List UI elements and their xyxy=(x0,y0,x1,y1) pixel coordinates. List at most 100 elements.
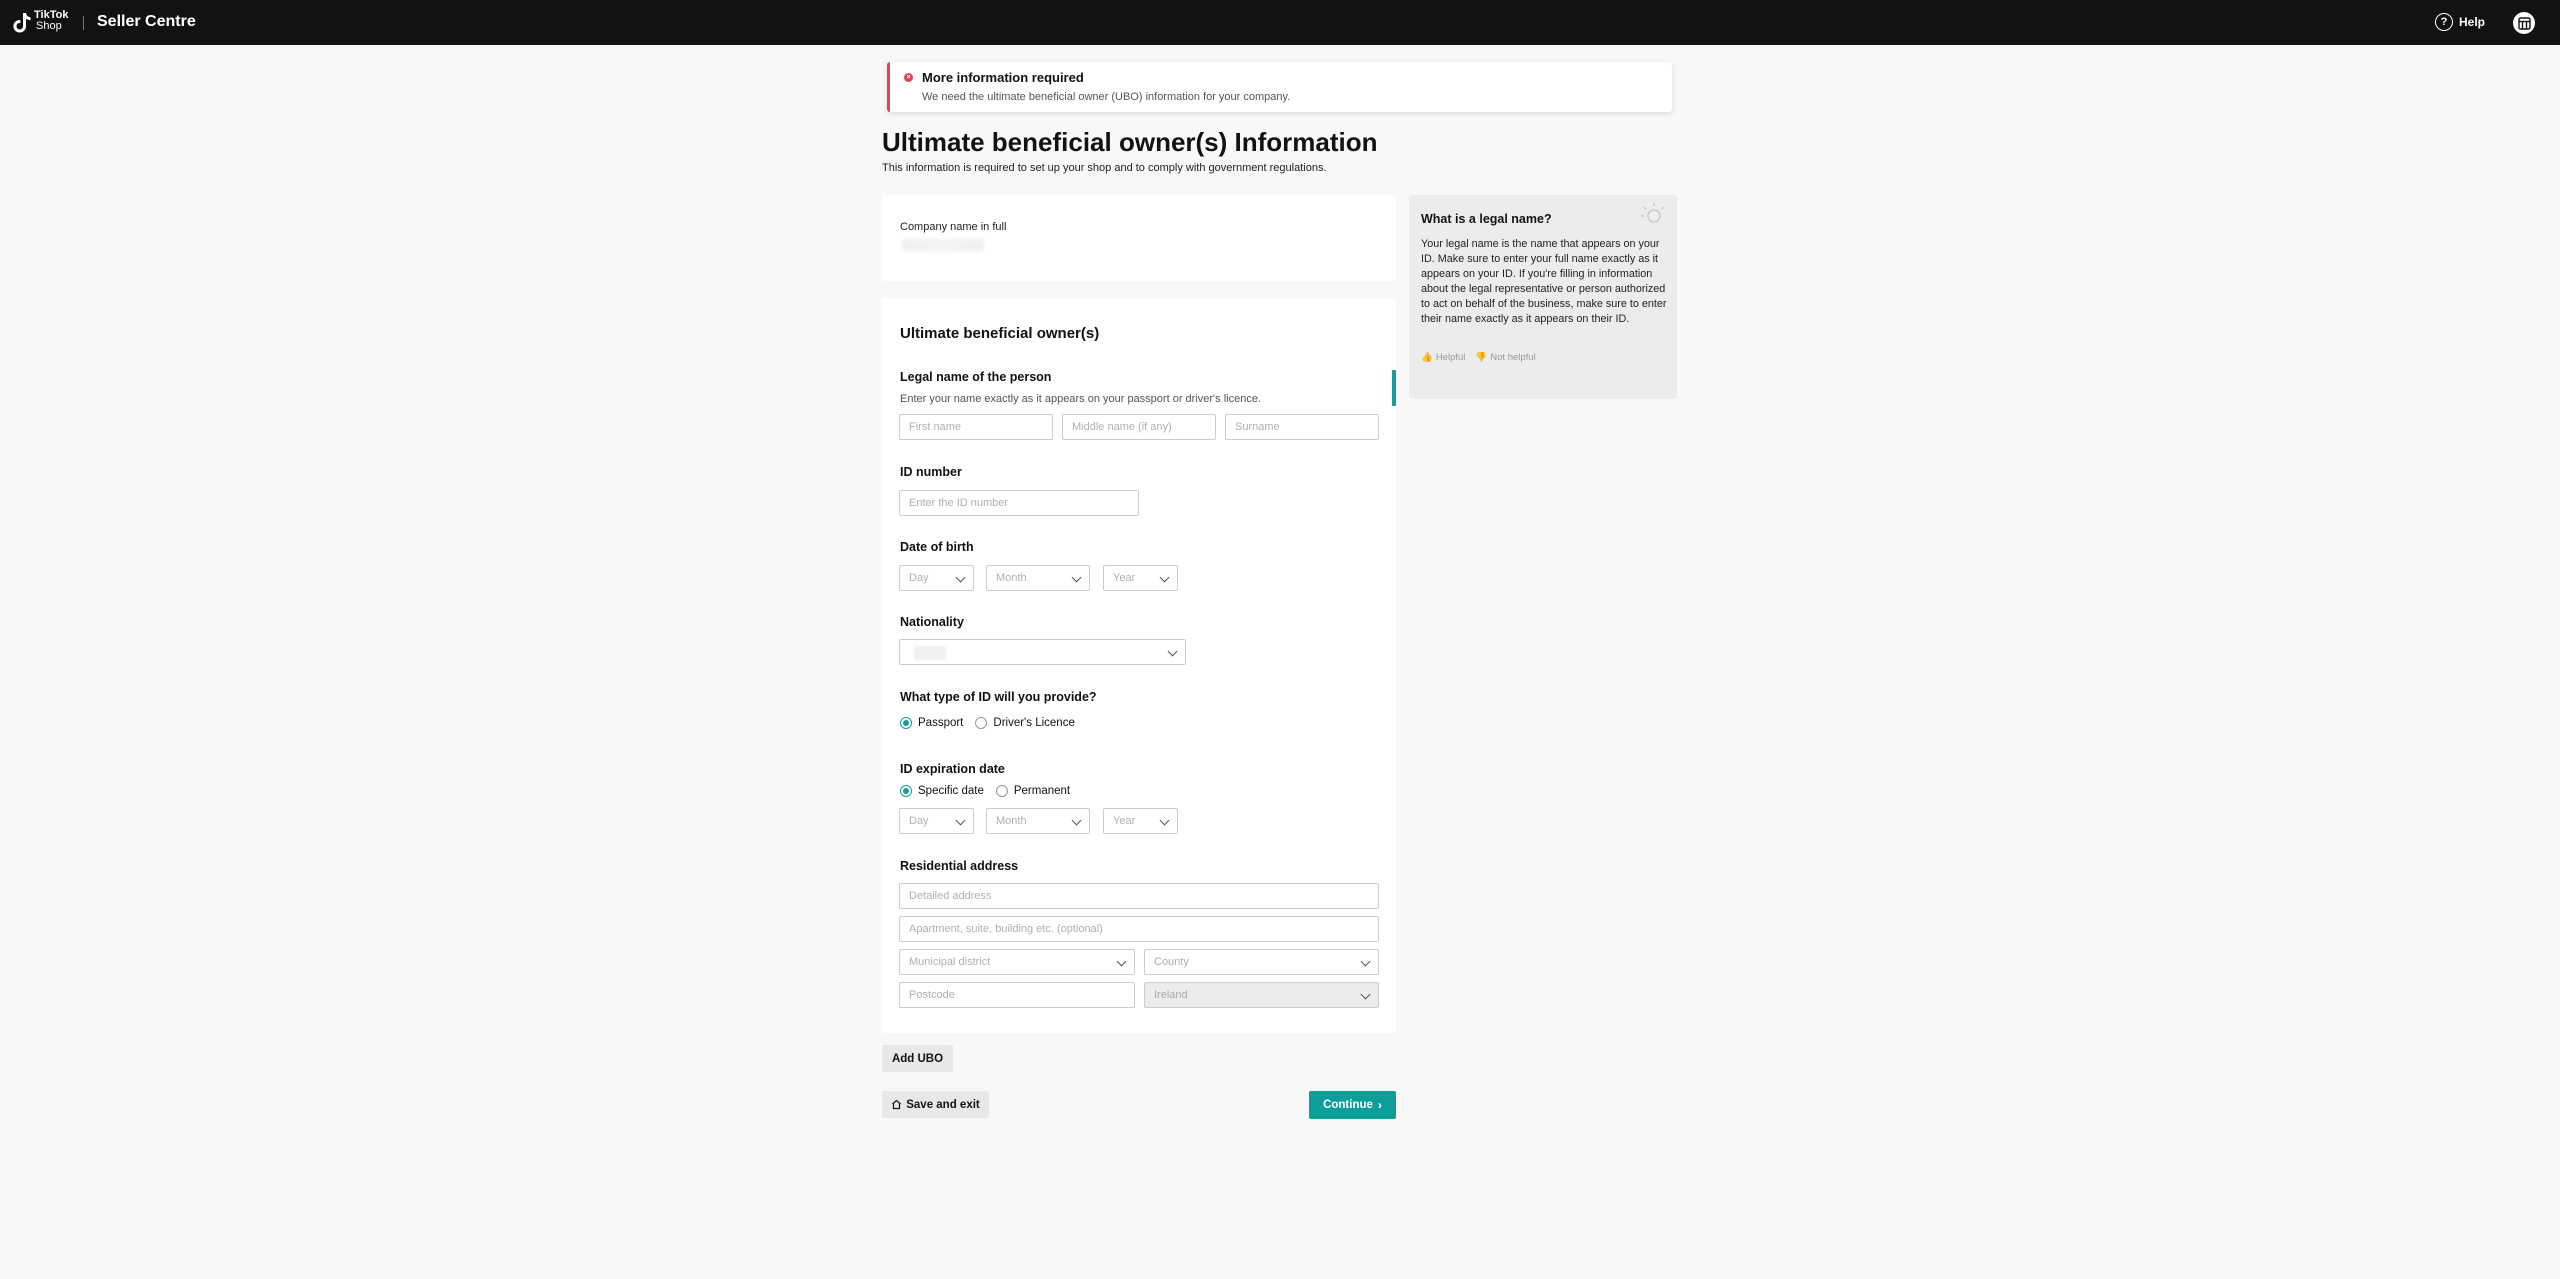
dob-month-placeholder: Month xyxy=(996,572,1027,584)
section-indicator xyxy=(1392,370,1396,406)
expiry-month-select[interactable]: Month xyxy=(986,808,1090,834)
chevron-down-icon xyxy=(1360,956,1371,967)
chevron-down-icon xyxy=(1116,956,1127,967)
continue-label: Continue xyxy=(1323,1099,1373,1111)
chevron-down-icon xyxy=(955,572,966,583)
chevron-down-icon xyxy=(1167,646,1178,657)
expiry-day-select[interactable]: Day xyxy=(899,808,974,834)
nationality-value-redacted xyxy=(914,646,946,660)
add-ubo-button[interactable]: Add UBO xyxy=(882,1045,953,1072)
radio-selected[interactable] xyxy=(900,785,912,797)
country-select: Ireland xyxy=(1144,982,1379,1008)
question-circle-icon: ? xyxy=(2435,13,2453,31)
helpful-button[interactable]: 👍 Helpful xyxy=(1421,352,1465,363)
page-subtitle: This information is required to set up y… xyxy=(882,162,1327,174)
company-name-label: Company name in full xyxy=(900,221,1007,233)
id-type-label: What type of ID will you provide? xyxy=(900,690,1097,704)
municipal-district-select[interactable]: Municipal district xyxy=(899,949,1135,975)
error-circle-icon: × xyxy=(904,73,913,82)
chevron-down-icon xyxy=(1159,572,1170,583)
help-label: Help xyxy=(2459,15,2486,29)
apartment-input[interactable]: Apartment, suite, building etc. (optiona… xyxy=(899,916,1379,942)
country-value: Ireland xyxy=(1154,989,1188,1001)
helpful-label: Helpful xyxy=(1435,352,1466,363)
legal-name-label: Legal name of the person xyxy=(900,370,1052,384)
add-ubo-label: Add UBO xyxy=(891,1052,944,1065)
home-icon xyxy=(892,1099,902,1110)
ubo-form-card: Ultimate beneficial owner(s) Legal name … xyxy=(882,298,1396,1033)
radio-unselected[interactable] xyxy=(975,717,988,729)
logo-divider xyxy=(83,16,84,30)
expiry-permanent-option[interactable]: Permanent xyxy=(995,785,1071,797)
store-icon xyxy=(2517,16,2531,30)
company-card: Company name in full xyxy=(882,195,1396,281)
specific-date-label: Specific date xyxy=(918,785,984,797)
expiry-month-placeholder: Month xyxy=(996,815,1027,827)
radio-unselected[interactable] xyxy=(995,785,1008,797)
id-number-label: ID number xyxy=(900,465,962,479)
id-type-passport-option[interactable]: Passport xyxy=(900,717,963,729)
expiry-year-select[interactable]: Year xyxy=(1103,808,1178,834)
permanent-label: Permanent xyxy=(1013,785,1071,797)
thumbs-down-icon: 👎 xyxy=(1475,352,1488,363)
id-number-input[interactable]: Enter the ID number xyxy=(899,490,1139,516)
county-select[interactable]: County xyxy=(1144,949,1379,975)
ubo-section-title: Ultimate beneficial owner(s) xyxy=(900,325,1100,342)
legal-name-hint: Enter your name exactly as it appears on… xyxy=(900,393,1261,405)
detailed-address-input[interactable]: Detailed address xyxy=(899,883,1379,909)
dob-year-select[interactable]: Year xyxy=(1103,565,1178,591)
dob-day-placeholder: Day xyxy=(909,572,929,584)
middle-name-input[interactable]: Middle name (if any) xyxy=(1062,414,1216,440)
help-panel-title: What is a legal name? xyxy=(1421,212,1552,226)
top-bar: TikTok Shop Seller Centre ? Help xyxy=(0,0,2560,45)
id-expiry-label: ID expiration date xyxy=(900,762,1005,776)
county-placeholder: County xyxy=(1154,956,1189,968)
nationality-label: Nationality xyxy=(900,615,964,629)
chevron-down-icon xyxy=(955,815,966,826)
dob-year-placeholder: Year xyxy=(1113,572,1136,584)
alert-title: More information required xyxy=(922,70,1084,85)
district-placeholder: Municipal district xyxy=(909,956,991,968)
continue-button[interactable]: Continue › xyxy=(1309,1091,1396,1119)
thumbs-up-icon: 👍 xyxy=(1421,352,1433,363)
address-label: Residential address xyxy=(900,859,1019,873)
company-name-value-redacted xyxy=(902,239,984,251)
radio-selected[interactable] xyxy=(900,717,912,729)
not-helpful-label: Not helpful xyxy=(1490,352,1536,363)
nationality-select[interactable] xyxy=(899,639,1186,665)
chevron-down-icon xyxy=(1159,815,1170,826)
alert-description: We need the ultimate beneficial owner (U… xyxy=(922,91,1291,103)
page-title: Ultimate beneficial owner(s) Information xyxy=(882,127,1378,157)
not-helpful-button[interactable]: 👎 Not helpful xyxy=(1475,352,1535,363)
dob-month-select[interactable]: Month xyxy=(986,565,1090,591)
save-and-exit-label: Save and exit xyxy=(906,1098,980,1111)
id-expiry-radio-group: Specific date Permanent xyxy=(900,785,1082,797)
save-and-exit-button[interactable]: Save and exit xyxy=(882,1091,989,1118)
chevron-down-icon xyxy=(1071,815,1082,826)
feedback-row: 👍 Helpful 👎 Not helpful xyxy=(1421,352,1536,363)
logo-line-2: Shop xyxy=(36,20,62,32)
id-type-radio-group: Passport Driver's Licence xyxy=(900,717,1087,729)
dob-day-select[interactable]: Day xyxy=(899,565,974,591)
help-button[interactable]: ? Help xyxy=(2435,13,2485,31)
tiktok-shop-logo[interactable]: TikTok Shop xyxy=(34,10,68,32)
chevron-right-icon: › xyxy=(1377,1098,1382,1112)
help-panel-body: Your legal name is the name that appears… xyxy=(1421,238,1667,325)
legal-name-help-panel: What is a legal name? Your legal name is… xyxy=(1409,195,1677,399)
id-type-drivers-licence-option[interactable]: Driver's Licence xyxy=(975,717,1075,729)
expiry-specific-date-option[interactable]: Specific date xyxy=(900,785,984,797)
lightbulb-icon xyxy=(1641,203,1665,223)
seller-centre-title[interactable]: Seller Centre xyxy=(97,13,196,31)
store-menu-button[interactable] xyxy=(2513,12,2535,34)
surname-input[interactable]: Surname xyxy=(1225,414,1379,440)
dob-label: Date of birth xyxy=(900,540,974,554)
tiktok-logo-icon[interactable] xyxy=(12,11,32,35)
passport-label: Passport xyxy=(918,717,964,729)
postcode-input[interactable]: Postcode xyxy=(899,982,1135,1008)
info-required-alert: × More information required We need the … xyxy=(887,62,1672,112)
first-name-input[interactable]: First name xyxy=(899,414,1053,440)
chevron-down-icon xyxy=(1360,989,1371,1000)
expiry-day-placeholder: Day xyxy=(909,815,929,827)
drivers-licence-label: Driver's Licence xyxy=(993,717,1075,729)
chevron-down-icon xyxy=(1071,572,1082,583)
